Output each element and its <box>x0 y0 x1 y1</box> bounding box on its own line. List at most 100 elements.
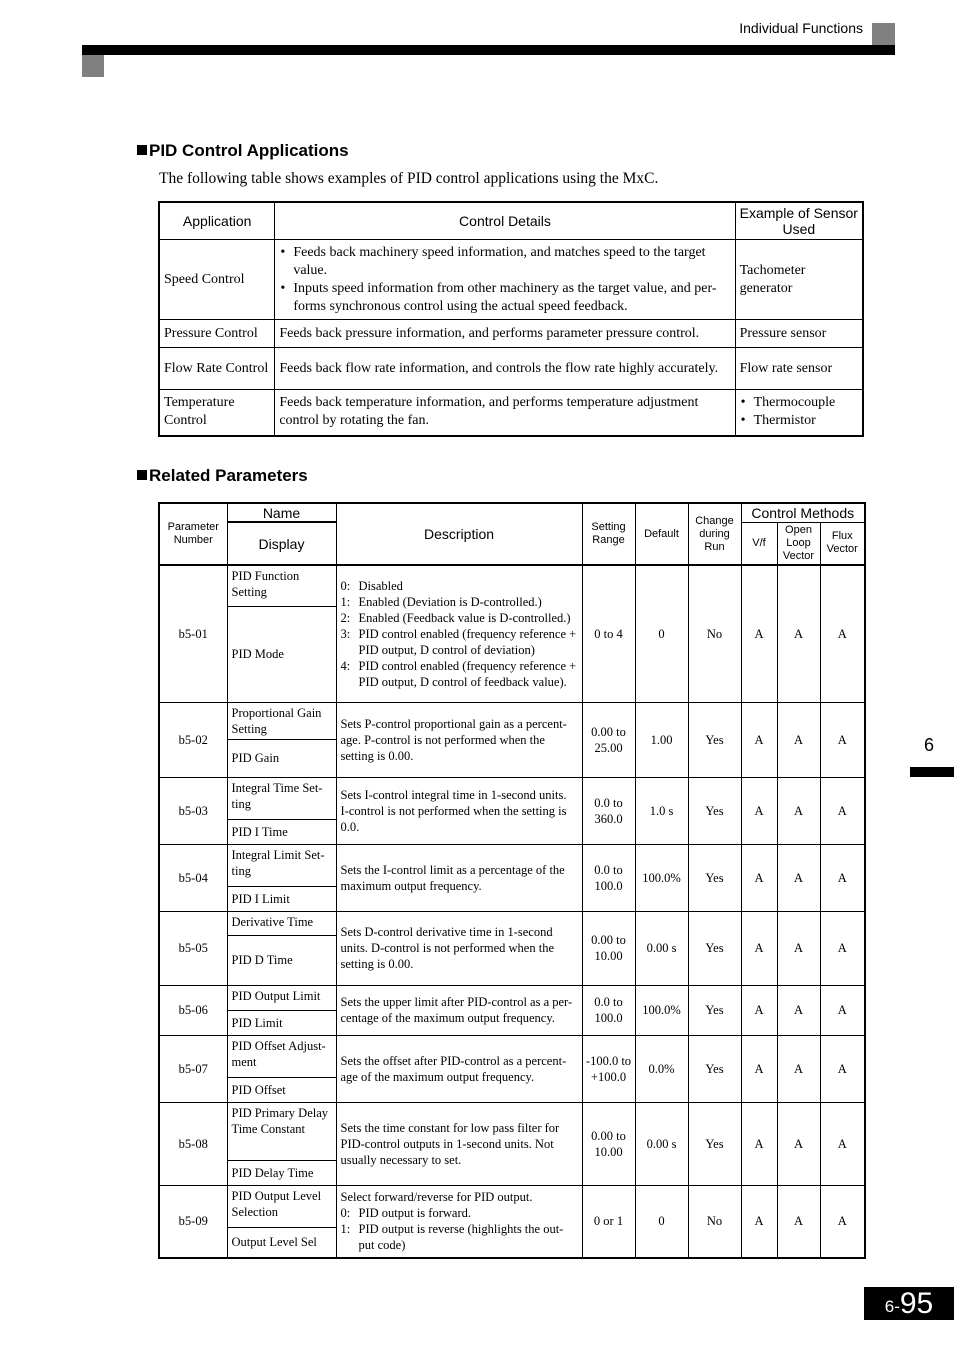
option-item: 3: PID control enabled (frequency referen… <box>341 626 578 658</box>
flux-vector-cell: A <box>819 776 866 845</box>
open-loop-vector-cell: A <box>776 1184 821 1259</box>
parameter-name-cell: PID Function Setting <box>226 564 337 607</box>
change-during-run-cell: Yes <box>687 776 742 845</box>
default-cell: 100.0% <box>634 984 689 1036</box>
page-number: 95 <box>899 1287 934 1320</box>
list-item: Inputs speed information from other mach… <box>279 280 730 316</box>
option-item: 1: PID output is reverse (highlights the … <box>341 1221 578 1253</box>
option-item: 1: Enabled (Deviation is D-controlled.) <box>341 594 578 610</box>
option-item: 0: PID output is forward. <box>341 1205 578 1221</box>
pid-applications-table: Application Control Details Example of S… <box>158 201 864 437</box>
parameter-display-cell: Output Level Sel <box>226 1226 337 1259</box>
header-rule <box>82 45 895 55</box>
parameter-number-cell: b5-08 <box>158 1101 228 1186</box>
list-item: Feeds back machinery speed information, … <box>279 244 730 280</box>
col-header-change-during-run: Change during Run <box>687 502 742 566</box>
parameter-number-cell: b5-03 <box>158 776 228 845</box>
parameter-display-cell: PID D Time <box>226 934 337 986</box>
table-row: b5-08 PID Primary Delay Time Constant Sets… <box>158 1101 866 1186</box>
parameter-number-cell: b5-09 <box>158 1184 228 1259</box>
setting-range-cell: 0.0 to 360.0 <box>581 776 636 845</box>
col-header-default: Default <box>634 502 689 566</box>
description-cell: 0: Disabled 1: Enabled (Deviation is D-cont… <box>335 564 583 703</box>
change-during-run-cell: No <box>687 564 742 703</box>
setting-range-cell: 0.00 to 25.00 <box>581 701 636 778</box>
parameter-name-cell: Proportional Gain Setting <box>226 701 337 740</box>
open-loop-vector-cell: A <box>776 1034 821 1103</box>
parameter-name-cell: PID Output Level Selection <box>226 1184 337 1228</box>
default-cell: 0.0% <box>634 1034 689 1103</box>
description-cell: Sets the offset after PID-control as a p… <box>335 1034 583 1103</box>
col-header-setting-range: Setting Range <box>581 502 636 566</box>
default-cell: 0 <box>634 1184 689 1259</box>
description-cell: Sets P-control proportional gain as a pe… <box>335 701 583 778</box>
parameter-number-cell: b5-07 <box>158 1034 228 1103</box>
table-row: b5-03 Integral Time Set-ting Sets I-contro… <box>158 776 866 845</box>
option-key: 1: <box>340 1222 351 1237</box>
setting-range-cell: 0.00 to 10.00 <box>581 1101 636 1186</box>
col-header-application: Application <box>158 201 276 240</box>
description-cell: Sets I-control integral time in 1-second… <box>335 776 583 845</box>
col-header-open-loop-vector: Open Loop Vector <box>776 521 821 566</box>
intro-paragraph: The following table shows examples of PI… <box>159 170 659 187</box>
option-key: 4: <box>340 658 351 673</box>
col-header-control-details: Control Details <box>274 201 736 240</box>
vf-cell: A <box>740 843 778 912</box>
chapter-tab-number: 6 <box>924 735 935 755</box>
description-cell: Sets the time constant for low pass filt… <box>335 1101 583 1186</box>
section-heading-pid-applications: PID Control Applications <box>137 141 349 161</box>
table-row: b5-07 PID Offset Adjust-ment Sets the offs… <box>158 1034 866 1103</box>
sensor-cell: ThermocoupleThermistor <box>734 389 864 436</box>
description-text: Sets P-control proportional gain as a pe… <box>340 716 567 763</box>
open-loop-vector-cell: A <box>776 701 821 778</box>
setting-range-cell: 0.0 to 100.0 <box>581 843 636 912</box>
option-text: Enabled (Deviation is D-controlled.) <box>358 594 542 609</box>
default-cell: 1.0 s <box>634 776 689 845</box>
change-during-run-cell: Yes <box>687 1034 742 1103</box>
open-loop-vector-cell: A <box>776 984 821 1036</box>
setting-range-cell: -100.0 to +100.0 <box>581 1034 636 1103</box>
control-details-cell: Feeds back temperature information, and … <box>274 389 736 436</box>
option-text: PID output is forward. <box>358 1206 472 1221</box>
table-row: b5-02 Proportional Gain Setting Sets P-con… <box>158 701 866 778</box>
option-text: Enabled (Feedback value is D-controlled.… <box>358 610 571 625</box>
option-key: 1: <box>340 594 351 609</box>
table-row: b5-05 Derivative Time Sets D-control deriv… <box>158 910 866 986</box>
col-header-flux-vector: Flux Vector <box>819 521 866 566</box>
change-during-run-cell: No <box>687 1184 742 1259</box>
application-cell: Flow Rate Control <box>158 347 276 390</box>
table-row: b5-01 PID Function Setting 0: Disabled 1: Ena… <box>158 564 866 703</box>
square-bullet-icon <box>137 470 147 480</box>
description-cell: Sets the upper limit after PID-control a… <box>335 984 583 1036</box>
flux-vector-cell: A <box>819 564 866 703</box>
col-header-control-methods: Control Methods <box>740 502 866 523</box>
description-text: Sets the upper limit after PID-control a… <box>340 995 573 1025</box>
description-cell: Sets the I-control limit as a percentage… <box>335 843 583 912</box>
related-parameters-table: Parameter Number Name Description Settin… <box>158 502 867 1259</box>
parameter-display-cell: PID Gain <box>226 738 337 778</box>
default-cell: 100.0% <box>634 843 689 912</box>
vf-cell: A <box>740 984 778 1036</box>
change-during-run-cell: Yes <box>687 701 742 778</box>
parameter-name-cell: PID Offset Adjust-ment <box>226 1034 337 1078</box>
change-during-run-cell: Yes <box>687 984 742 1036</box>
change-during-run-cell: Yes <box>687 910 742 986</box>
col-header-description: Description <box>335 502 583 566</box>
parameter-display-cell: PID I Time <box>226 818 337 845</box>
parameter-name-cell: PID Output Limit <box>226 984 337 1011</box>
description-text: Sets I-control integral time in 1-second… <box>340 787 567 834</box>
vf-cell: A <box>740 776 778 845</box>
table-row: Temperature Control Feeds back temperatur… <box>158 389 864 436</box>
flux-vector-cell: A <box>819 843 866 912</box>
description-text: Sets the time constant for low pass filt… <box>340 1120 560 1167</box>
col-header-sensor: Example of Sensor Used <box>734 201 864 240</box>
parameter-name-cell: Derivative Time <box>226 910 337 936</box>
open-loop-vector-cell: A <box>776 564 821 703</box>
option-text: PID output is reverse (highlights the ou… <box>358 1222 564 1253</box>
description-cell: Sets D-control derivative time in 1-seco… <box>335 910 583 986</box>
open-loop-vector-cell: A <box>776 910 821 986</box>
option-key: 2: <box>340 610 351 625</box>
flux-vector-cell: A <box>819 1184 866 1259</box>
table-row: Flow Rate Control Feeds back flow rate in… <box>158 347 864 390</box>
col-header-parameter-number: Parameter Number <box>158 502 228 566</box>
